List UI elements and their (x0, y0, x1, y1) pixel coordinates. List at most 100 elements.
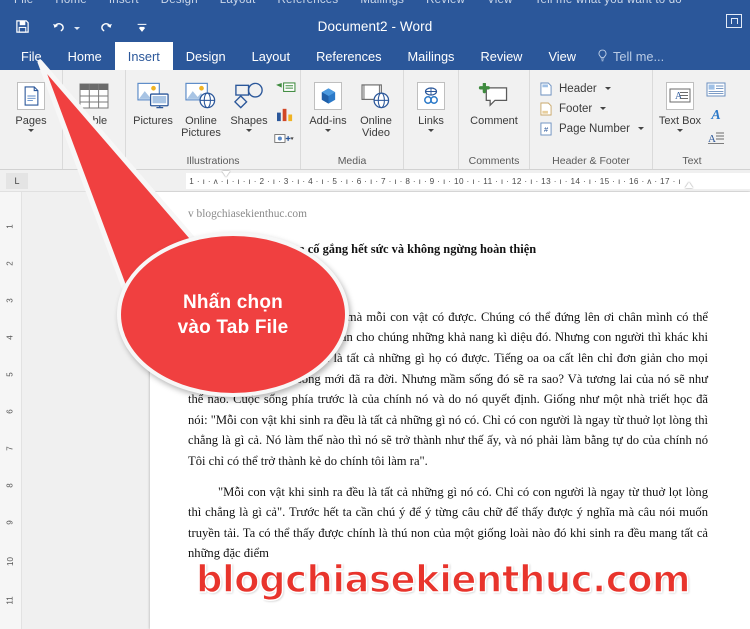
lightbulb-icon (598, 49, 607, 62)
ruler-num-17: 17 (660, 176, 670, 186)
smartart-icon[interactable] (274, 79, 296, 101)
online-pictures-button[interactable]: Online Pictures (178, 76, 224, 139)
table-dropdown-icon[interactable] (91, 129, 97, 132)
customize-qat-icon[interactable] (132, 17, 152, 37)
tell-me-box[interactable]: Tell me... (589, 42, 672, 70)
horizontal-ruler-band[interactable]: 1 · ı · ʌ · ı · ı · ı · 2 · ı · 3 · ı · 4 · ı · 5 · ı · 6 · ı · 7 ·… (186, 173, 750, 189)
first-line-indent-marker[interactable] (222, 171, 230, 177)
cutoff-tab-design: Design (160, 0, 198, 6)
header-label: Header (559, 82, 597, 95)
table-label: Table (80, 115, 108, 127)
table-button[interactable]: Table (67, 76, 121, 132)
ruler-num-3: 3 (283, 176, 289, 186)
restore-window-icon[interactable] (726, 14, 742, 28)
group-label-comments: Comments (468, 155, 520, 167)
callout-bubble[interactable]: Nhấn chọn vào Tab File (117, 232, 349, 397)
cutoff-tab-layout: Layout (219, 0, 256, 6)
document-header-line: v blogchiasekienthuc.com (188, 208, 307, 220)
pictures-button[interactable]: Pictures (130, 76, 176, 127)
addins-button[interactable]: Add-ins (305, 76, 351, 132)
ruler-num-1: 1 (189, 176, 195, 186)
quick-parts-icon[interactable] (705, 79, 727, 101)
vruler-num-9: 9 (5, 520, 15, 525)
drop-cap-icon[interactable]: A (705, 127, 727, 149)
title-bar: Document2 - Word (0, 11, 750, 42)
vruler-num-3: 3 (5, 298, 15, 303)
vruler-num-7: 7 (5, 446, 15, 451)
ribbon-group-media: Add-ins Online Video Media (301, 70, 404, 169)
cutoff-ribbon-strip: File Home Insert Design Layout Reference… (0, 0, 750, 11)
document-paragraph-2: "Mỗi con vật khi sinh ra đều là tất cả n… (188, 484, 708, 561)
ruler-num-4: 4 (308, 176, 314, 186)
shapes-button[interactable]: Shapes (226, 76, 272, 132)
redo-icon[interactable] (96, 17, 116, 37)
tab-references[interactable]: References (303, 42, 394, 70)
table-icon (79, 78, 109, 114)
vruler-num-2: 2 (5, 261, 15, 266)
text-box-button[interactable]: A Text Box (657, 76, 703, 132)
text-box-dropdown-icon[interactable] (676, 129, 683, 132)
online-video-button[interactable]: Online Video (353, 76, 399, 139)
tab-mailings[interactable]: Mailings (395, 42, 468, 70)
addins-dropdown-icon[interactable] (325, 129, 331, 132)
ruler-num-9: 9 (429, 176, 435, 186)
vertical-ruler[interactable]: 1 2 3 4 5 6 7 8 9 10 11 12 (0, 192, 22, 629)
tab-layout[interactable]: Layout (239, 42, 303, 70)
header-icon (538, 81, 553, 96)
addins-icon (314, 78, 342, 114)
pages-dropdown-icon[interactable] (28, 129, 34, 132)
links-label: Links (418, 115, 444, 127)
online-pictures-icon (184, 78, 218, 114)
cutoff-tab-view: View (487, 0, 513, 6)
page-number-button[interactable]: # Page Number (534, 120, 648, 137)
cutoff-tab-insert: Insert (108, 0, 139, 6)
links-dropdown-icon[interactable] (428, 129, 434, 132)
tab-review[interactable]: Review (467, 42, 535, 70)
footer-button[interactable]: Footer (534, 100, 648, 117)
ruler-num-13: 13 (541, 176, 552, 186)
online-pictures-label: Online Pictures (181, 115, 221, 139)
links-button[interactable]: Links (408, 76, 454, 132)
comment-button[interactable]: Comment (463, 76, 525, 127)
tab-insert[interactable]: Insert (114, 42, 173, 70)
pictures-icon (136, 78, 170, 114)
tab-file[interactable]: File (8, 42, 55, 70)
ruler-num-16: 16 (628, 176, 639, 186)
tab-design[interactable]: Design (173, 42, 239, 70)
cutoff-tab-mailings: Mailings (360, 0, 405, 6)
links-icon (417, 78, 445, 114)
footer-dropdown-icon[interactable] (600, 107, 607, 110)
page-number-dropdown-icon[interactable] (637, 127, 644, 130)
wordart-icon[interactable]: A (705, 103, 727, 125)
ruler-num-7: 7 (381, 176, 387, 186)
page-number-label: Page Number (559, 122, 630, 135)
ribbon-group-pages: Pages (0, 70, 63, 169)
comment-label: Comment (470, 115, 518, 127)
ruler-num-12: 12 (511, 176, 522, 186)
header-button[interactable]: Header (534, 80, 648, 97)
ribbon-group-links: Links (404, 70, 459, 169)
tab-view[interactable]: View (535, 42, 589, 70)
right-indent-marker[interactable] (685, 182, 693, 188)
undo-icon[interactable] (48, 17, 68, 37)
screenshot-icon[interactable] (274, 127, 296, 149)
callout-line-1: Nhấn chọn (183, 291, 283, 313)
chart-icon[interactable] (274, 103, 296, 125)
header-footer-items: Header Footer # Page Number (534, 76, 648, 137)
ribbon: Pages Table Tables Pictures Online Pictu… (0, 70, 750, 170)
shapes-dropdown-icon[interactable] (246, 129, 252, 132)
ribbon-group-text: A Text Box A A Text (653, 70, 731, 169)
header-dropdown-icon[interactable] (604, 87, 611, 90)
group-label-media: Media (337, 155, 367, 167)
ruler-num-8: 8 (405, 176, 411, 186)
tab-home[interactable]: Home (55, 42, 115, 70)
ruler-num-15: 15 (599, 176, 610, 186)
tab-stop-selector[interactable]: L (6, 172, 28, 189)
addins-label: Add-ins (309, 115, 347, 127)
work-area: L 1 · ı · ʌ · ı · ı · ı · 2 · ı · 3 · ı · 4 · ı · 5 · ı · 6 · ı · … (0, 170, 750, 629)
pages-button[interactable]: Pages (4, 76, 58, 132)
save-icon[interactable] (12, 17, 32, 37)
comment-icon (478, 78, 510, 114)
undo-dropdown-icon[interactable] (74, 26, 80, 30)
group-label-illustrations: Illustrations (186, 155, 240, 167)
